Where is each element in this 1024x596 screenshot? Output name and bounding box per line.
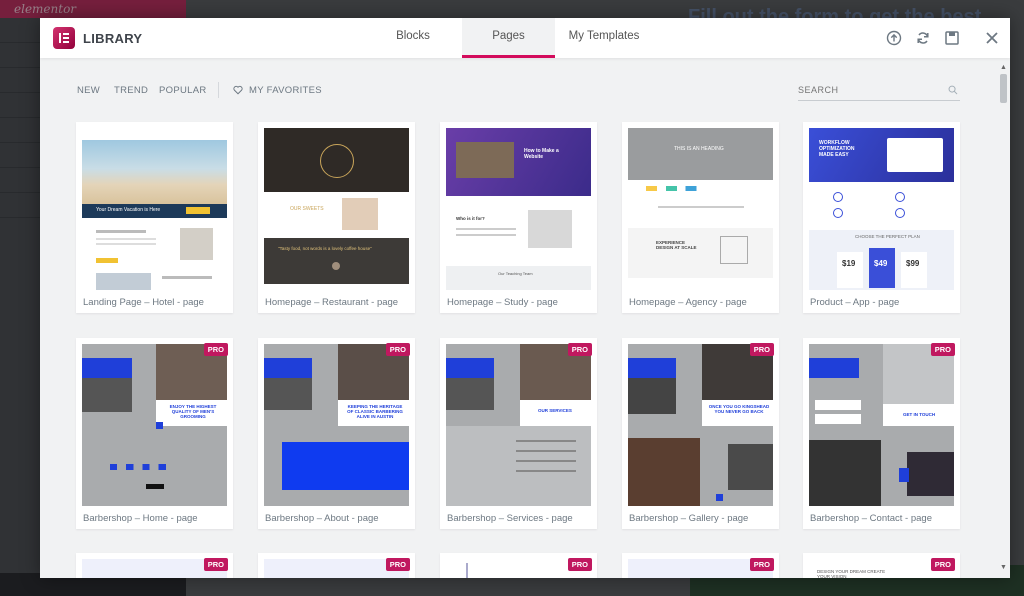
pro-badge: PRO — [385, 343, 410, 356]
heart-icon[interactable] — [233, 85, 243, 95]
scroll-down-icon[interactable]: ▼ — [1000, 564, 1007, 571]
upload-icon[interactable] — [886, 30, 902, 46]
thumb-text: Our Teaching Team — [498, 271, 533, 276]
template-card[interactable]: PRO — [76, 553, 233, 578]
template-caption: Homepage – Study - page — [447, 297, 558, 308]
template-caption: Barbershop – Services - page — [447, 513, 573, 524]
pro-badge: PRO — [567, 343, 592, 356]
template-card[interactable]: KEEPING THE HERITAGE OF CLASSIC BARBERIN… — [258, 338, 415, 529]
template-caption: Barbershop – Home - page — [83, 513, 198, 524]
template-thumbnail: THIS IS AN HEADING EXPERIENCE DESIGN AT … — [628, 128, 773, 290]
price-label: $19 — [842, 259, 856, 268]
search-box[interactable] — [798, 80, 960, 101]
template-card[interactable]: OUR SWEETS "Tasty food, not words is a l… — [258, 122, 415, 313]
template-thumbnail: How to Make a Website Who is it for? Our… — [446, 128, 591, 290]
template-thumbnail: Your Dream Vacation is Here — [82, 128, 227, 290]
price-label: $99 — [906, 259, 920, 268]
template-card[interactable]: THIS IS AN HEADING EXPERIENCE DESIGN AT … — [622, 122, 779, 313]
template-thumbnail: ENJOY THE HIGHEST QUALITY OF MEN'S GROOM… — [82, 344, 227, 506]
price-label: $49 — [874, 259, 888, 268]
modal-header: LIBRARY Blocks Pages My Templates — [40, 18, 1010, 58]
template-caption: Homepage – Agency - page — [629, 297, 747, 308]
thumb-text: ONCE YOU GO KINGSHEAD YOU NEVER GO BACK — [708, 404, 770, 414]
thumb-text: CHOOSE THE PERFECT PLAN — [855, 234, 920, 239]
elementor-logo-icon — [53, 27, 75, 49]
thumb-text: THIS IS AN HEADING — [674, 146, 724, 152]
search-icon — [948, 85, 958, 95]
pro-badge: PRO — [749, 558, 774, 571]
template-caption: Barbershop – About - page — [265, 513, 379, 524]
thumb-text: DESIGN YOUR DREAM CREATE YOUR VISION — [817, 569, 886, 578]
pro-badge: PRO — [203, 558, 228, 571]
scroll-up-icon[interactable]: ▲ — [1000, 64, 1007, 71]
template-caption: Landing Page – Hotel - page — [83, 297, 204, 308]
thumb-text: Who is it for? — [456, 216, 485, 221]
tab-blocks-label: Blocks — [396, 30, 430, 42]
template-thumbnail: OUR SWEETS "Tasty food, not words is a l… — [264, 128, 409, 290]
thumb-text: Your Dream Vacation is Here — [96, 207, 161, 213]
thumb-text: OUR SWEETS — [290, 206, 324, 212]
filter-divider — [218, 82, 219, 98]
thumb-text: EXPERIENCE DESIGN AT SCALE — [656, 240, 697, 250]
filter-new[interactable]: NEW — [77, 85, 100, 96]
template-card[interactable]: How to Make a Website Who is it for? Our… — [440, 122, 597, 313]
thumb-text: GET IN TOUCH — [903, 412, 936, 417]
template-thumbnail: KEEPING THE HERITAGE OF CLASSIC BARBERIN… — [264, 344, 409, 506]
filter-trend[interactable]: TREND — [114, 85, 148, 96]
pro-badge: PRO — [203, 343, 228, 356]
thumb-text: ENJOY THE HIGHEST QUALITY OF MEN'S GROOM… — [169, 404, 217, 419]
template-thumbnail: GET IN TOUCH — [809, 344, 954, 506]
filter-my-favorites[interactable]: MY FAVORITES — [249, 85, 322, 96]
template-card[interactable]: Your Dream Vacation is Here Landing Page… — [76, 122, 233, 313]
pro-badge: PRO — [930, 558, 955, 571]
template-caption: Barbershop – Contact - page — [810, 513, 932, 524]
template-thumbnail: WORKFLOW OPTIMIZATION MADE EASY CHOOSE T… — [809, 128, 954, 290]
tab-my-templates-label: My Templates — [568, 30, 640, 42]
template-card[interactable]: DESIGN YOUR DREAM CREATE YOUR VISION PRO — [803, 553, 960, 578]
template-card[interactable]: PRO — [440, 553, 597, 578]
scrollbar[interactable]: ▲ ▼ — [998, 64, 1008, 576]
library-title: LIBRARY — [83, 31, 143, 46]
close-icon[interactable] — [984, 30, 1000, 46]
thumb-text: OUR SERVICES — [538, 408, 572, 413]
template-card[interactable]: ENJOY THE HIGHEST QUALITY OF MEN'S GROOM… — [76, 338, 233, 529]
tab-pages[interactable]: Pages — [462, 18, 555, 58]
thumb-text: "Tasty food, not words is a lovely coffe… — [278, 246, 372, 251]
template-card[interactable]: OUR SERVICES PRO Barbershop – Services -… — [440, 338, 597, 529]
template-thumbnail: OUR SERVICES — [446, 344, 591, 506]
template-card[interactable]: PRO — [258, 553, 415, 578]
pro-badge: PRO — [385, 558, 410, 571]
tab-blocks[interactable]: Blocks — [371, 18, 455, 58]
sync-icon[interactable] — [915, 30, 931, 46]
template-thumbnail: ONCE YOU GO KINGSHEAD YOU NEVER GO BACK — [628, 344, 773, 506]
template-card[interactable]: WORKFLOW OPTIMIZATION MADE EASY CHOOSE T… — [803, 122, 960, 313]
template-caption: Barbershop – Gallery - page — [629, 513, 749, 524]
search-input[interactable] — [798, 81, 938, 95]
thumb-text: KEEPING THE HERITAGE OF CLASSIC BARBERIN… — [347, 404, 403, 419]
template-caption: Product – App - page — [810, 297, 900, 308]
scrollbar-thumb[interactable] — [1000, 74, 1007, 103]
thumb-text: How to Make a Website — [524, 148, 559, 160]
save-icon[interactable] — [944, 30, 960, 46]
template-card[interactable]: GET IN TOUCH PRO Barbershop – Contact - … — [803, 338, 960, 529]
pro-badge: PRO — [930, 343, 955, 356]
template-card[interactable]: PRO — [622, 553, 779, 578]
thumb-text: WORKFLOW OPTIMIZATION MADE EASY — [819, 140, 855, 158]
tab-pages-label: Pages — [492, 30, 525, 42]
tab-my-templates[interactable]: My Templates — [562, 18, 646, 58]
pro-badge: PRO — [749, 343, 774, 356]
filter-popular[interactable]: POPULAR — [159, 85, 207, 96]
template-card[interactable]: ONCE YOU GO KINGSHEAD YOU NEVER GO BACK … — [622, 338, 779, 529]
library-modal: LIBRARY Blocks Pages My Templates NEW TR… — [40, 18, 1010, 578]
template-caption: Homepage – Restaurant - page — [265, 297, 399, 308]
pro-badge: PRO — [567, 558, 592, 571]
